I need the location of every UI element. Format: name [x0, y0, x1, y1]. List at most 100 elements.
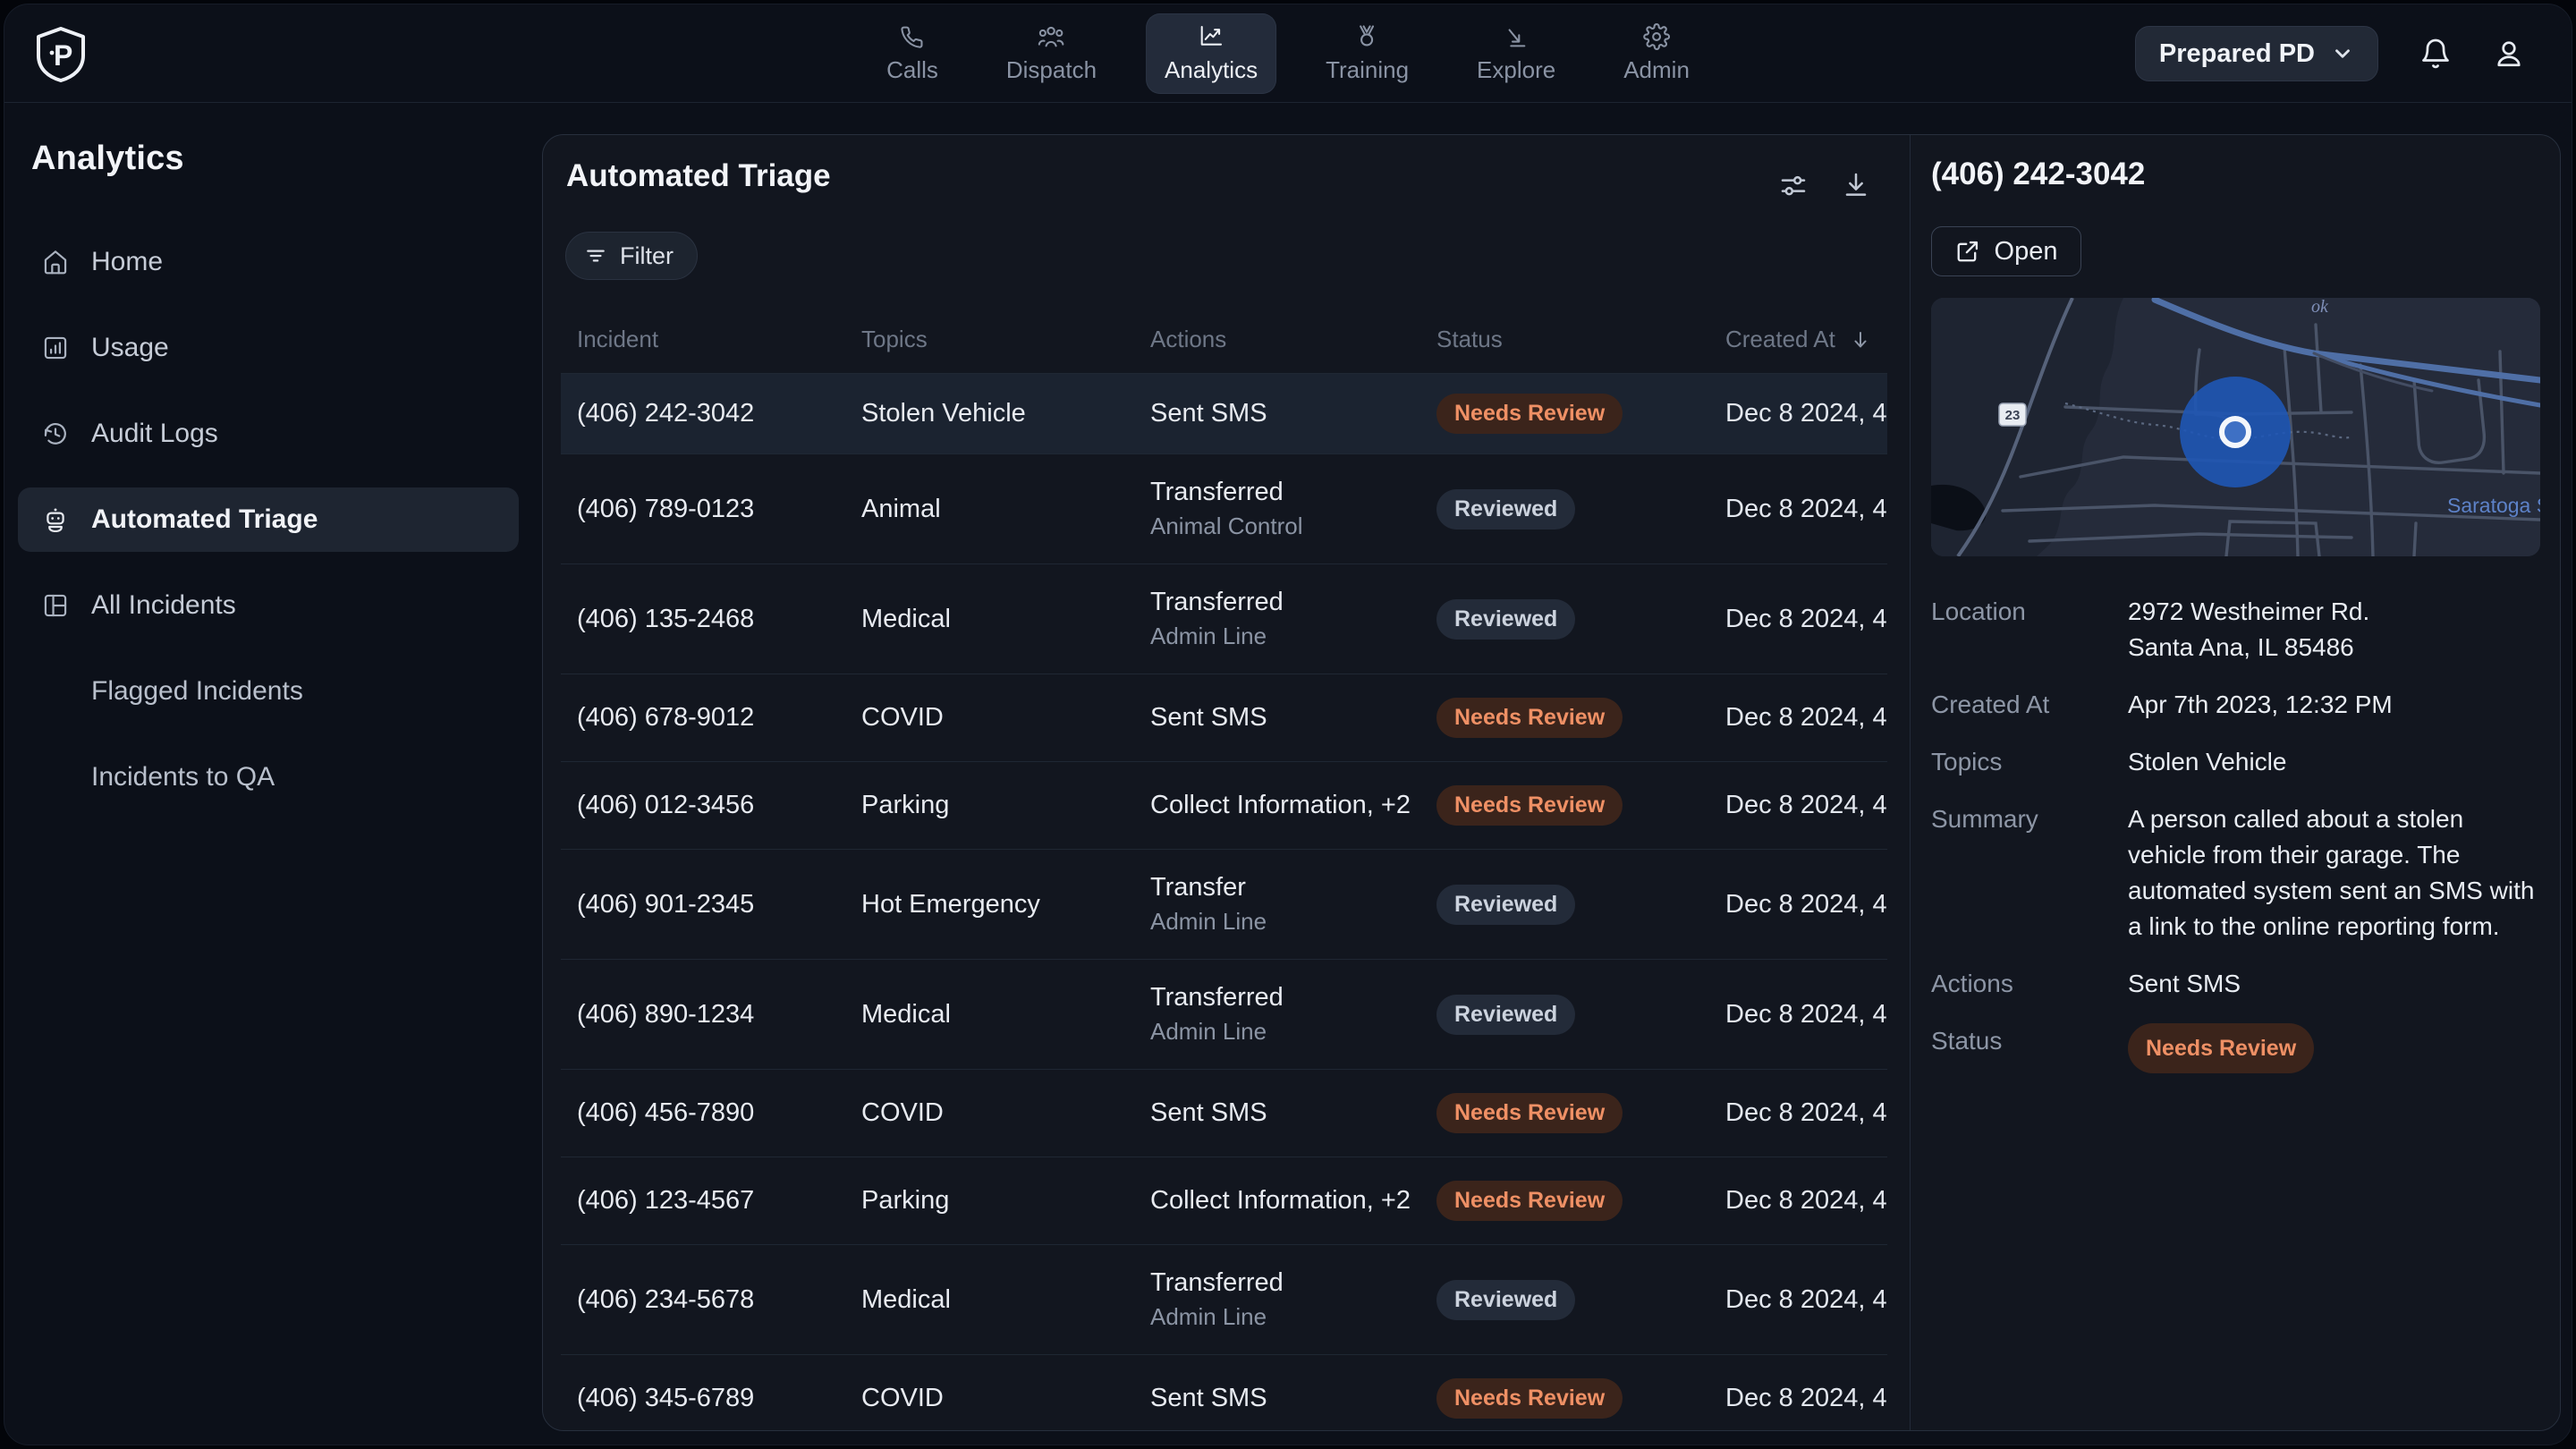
- action-primary: Collect Information, +2: [1150, 791, 1436, 820]
- column-header-topics[interactable]: Topics: [861, 326, 1150, 353]
- incident-detail-fields: Location2972 Westheimer Rd.Santa Ana, IL…: [1931, 594, 2538, 1095]
- table-row[interactable]: (406) 012-3456ParkingCollect Information…: [561, 761, 1887, 849]
- status-badge: Reviewed: [1436, 1280, 1575, 1320]
- cell-status: Needs Review: [1436, 1181, 1725, 1221]
- sidebar-item-label: Audit Logs: [91, 419, 218, 449]
- cell-created-at: Dec 8 2024, 4: [1725, 1384, 1887, 1413]
- table-row[interactable]: (406) 678-9012COVIDSent SMSNeeds ReviewD…: [561, 674, 1887, 761]
- sidebar: Analytics Home Usage Audit Logs Automated T…: [4, 104, 542, 1445]
- sidebar-item-incidents-to-qa[interactable]: Incidents to QA: [18, 745, 519, 809]
- map-location-marker: [2222, 419, 2249, 445]
- detail-field-label: Actions: [1931, 966, 2128, 1002]
- cell-incident: (406) 890-1234: [577, 1000, 861, 1030]
- status-badge: Needs Review: [2128, 1023, 2314, 1073]
- sidebar-item-audit-logs[interactable]: Audit Logs: [18, 402, 519, 466]
- notifications-bell-icon[interactable]: [2419, 38, 2452, 70]
- cell-status: Needs Review: [1436, 698, 1725, 738]
- detail-value-line: 2972 Westheimer Rd.: [2128, 594, 2538, 630]
- detail-field-value: Needs Review: [2128, 1023, 2538, 1073]
- detail-field-created-at: Created AtApr 7th 2023, 12:32 PM: [1931, 687, 2538, 723]
- filter-button[interactable]: Filter: [565, 232, 698, 280]
- table-row[interactable]: (406) 345-6789COVIDSent SMSNeeds ReviewD…: [561, 1354, 1887, 1431]
- sidebar-item-label: Flagged Incidents: [91, 676, 303, 707]
- tab-dispatch[interactable]: Dispatch: [987, 13, 1115, 94]
- detail-field-topics: TopicsStolen Vehicle: [1931, 744, 2538, 780]
- detail-field-value: Apr 7th 2023, 12:32 PM: [2128, 687, 2538, 723]
- action-primary: Sent SMS: [1150, 1098, 1436, 1128]
- column-settings-sliders-icon[interactable]: [1779, 171, 1808, 199]
- org-switcher-button[interactable]: Prepared PD: [2135, 26, 2378, 81]
- tab-calls[interactable]: Calls: [868, 13, 957, 94]
- table-row[interactable]: (406) 890-1234MedicalTransferredAdmin Li…: [561, 959, 1887, 1069]
- table-row[interactable]: (406) 901-2345Hot EmergencyTransferAdmin…: [561, 849, 1887, 959]
- cell-actions: Sent SMS: [1150, 1098, 1436, 1128]
- cell-actions: TransferAdmin Line: [1150, 873, 1436, 936]
- action-secondary: Animal Control: [1150, 513, 1436, 540]
- tab-analytics[interactable]: Analytics: [1146, 13, 1276, 94]
- action-primary: Transferred: [1150, 588, 1436, 617]
- tab-admin[interactable]: Admin: [1605, 13, 1708, 94]
- action-primary: Sent SMS: [1150, 1384, 1436, 1413]
- tab-training[interactable]: Training: [1307, 13, 1428, 94]
- status-badge: Reviewed: [1436, 885, 1575, 925]
- status-badge: Needs Review: [1436, 785, 1623, 826]
- sort-descending-arrow-icon[interactable]: [1850, 329, 1871, 351]
- sidebar-item-usage[interactable]: Usage: [18, 316, 519, 380]
- cell-created-at: Dec 8 2024, 4: [1725, 703, 1887, 733]
- cell-incident: (406) 012-3456: [577, 791, 861, 820]
- cell-incident: (406) 234-5678: [577, 1285, 861, 1315]
- incident-detail-panel: (406) 242-3042 Open: [1911, 135, 2560, 1430]
- table-row[interactable]: (406) 135-2468MedicalTransferredAdmin Li…: [561, 564, 1887, 674]
- incident-location-map[interactable]: 23 Saratoga Sprin ok: [1931, 298, 2540, 556]
- sidebar-item-home[interactable]: Home: [18, 230, 519, 294]
- column-header-actions[interactable]: Actions: [1150, 326, 1436, 353]
- detail-value-line: A person called about a stolen vehicle f…: [2128, 801, 2538, 945]
- status-badge: Reviewed: [1436, 489, 1575, 530]
- table-row[interactable]: (406) 242-3042Stolen VehicleSent SMSNeed…: [561, 373, 1887, 453]
- detail-field-label: Created At: [1931, 687, 2128, 723]
- table-row[interactable]: (406) 123-4567ParkingCollect Information…: [561, 1157, 1887, 1244]
- chart-icon: [1198, 23, 1224, 50]
- detail-field-label: Summary: [1931, 801, 2128, 945]
- detail-field-label: Topics: [1931, 744, 2128, 780]
- column-header-status[interactable]: Status: [1436, 326, 1725, 353]
- table-row[interactable]: (406) 789-0123AnimalTransferredAnimal Co…: [561, 453, 1887, 564]
- column-header-incident[interactable]: Incident: [577, 326, 861, 353]
- map-route-23-shield: 23: [1999, 403, 2026, 426]
- layout-icon: [41, 591, 70, 620]
- sidebar-items: Home Usage Audit Logs Automated Triage All I…: [18, 230, 542, 809]
- cell-status: Needs Review: [1436, 785, 1725, 826]
- detail-field-actions: ActionsSent SMS: [1931, 966, 2538, 1002]
- cell-topics: Medical: [861, 1285, 1150, 1315]
- sidebar-item-all-incidents[interactable]: All Incidents: [18, 573, 519, 638]
- prepared-logo-shield-icon[interactable]: P: [34, 26, 88, 83]
- status-badge: Needs Review: [1436, 1093, 1623, 1133]
- sidebar-heading: Analytics: [31, 140, 542, 178]
- table-row[interactable]: (406) 234-5678MedicalTransferredAdmin Li…: [561, 1244, 1887, 1354]
- svg-text:P: P: [54, 39, 72, 72]
- cell-topics: COVID: [861, 703, 1150, 733]
- content-card: Automated Triage Filter Incident: [542, 134, 2561, 1431]
- cell-incident: (406) 123-4567: [577, 1186, 861, 1216]
- table-row[interactable]: (406) 456-7890COVIDSent SMSNeeds ReviewD…: [561, 1069, 1887, 1157]
- automated-triage-section: Automated Triage Filter Incident: [543, 135, 1911, 1430]
- triage-table: Incident Topics Actions Status Created A…: [561, 309, 1887, 1430]
- cell-incident: (406) 242-3042: [577, 399, 861, 428]
- cell-topics: Parking: [861, 791, 1150, 820]
- cell-actions: Sent SMS: [1150, 399, 1436, 428]
- cell-actions: Sent SMS: [1150, 703, 1436, 733]
- usage-icon: [41, 334, 70, 362]
- open-incident-button[interactable]: Open: [1931, 226, 2081, 276]
- sidebar-item-flagged-incidents[interactable]: Flagged Incidents: [18, 659, 519, 724]
- sidebar-item-label: Home: [91, 247, 163, 277]
- download-icon[interactable]: [1842, 171, 1870, 199]
- detail-field-value: Sent SMS: [2128, 966, 2538, 1002]
- column-header-created-at[interactable]: Created At: [1725, 326, 1887, 353]
- users-icon: [1038, 23, 1064, 50]
- user-account-icon[interactable]: [2493, 38, 2525, 70]
- action-primary: Collect Information, +2: [1150, 1186, 1436, 1216]
- tab-explore[interactable]: Explore: [1458, 13, 1574, 94]
- top-bar-right: Prepared PD: [2135, 4, 2525, 103]
- svg-text:23: 23: [2005, 408, 2021, 423]
- sidebar-item-automated-triage[interactable]: Automated Triage: [18, 487, 519, 552]
